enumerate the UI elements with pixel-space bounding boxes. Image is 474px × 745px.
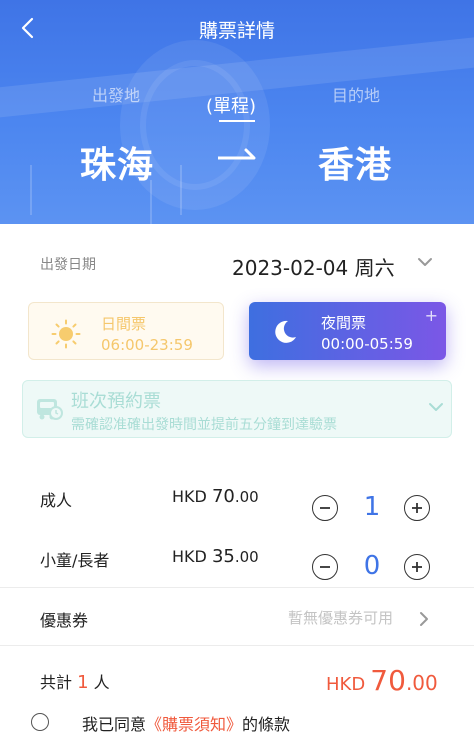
day-ticket-card[interactable]: 日間票 06:00-23:59 <box>28 302 224 360</box>
agree-radio[interactable] <box>31 713 49 731</box>
minus-icon <box>320 566 330 568</box>
chevron-right-icon[interactable] <box>418 610 430 628</box>
ticket-terms-link[interactable]: 《購票須知》 <box>146 715 242 734</box>
coupon-label: 優惠券 <box>40 611 89 630</box>
trip-type-tab[interactable]: (單程) <box>206 92 256 118</box>
date-label: 出發日期 <box>40 257 96 273</box>
trip-type-underline <box>219 120 255 122</box>
adult-price: HKD 70.00 <box>172 486 259 507</box>
total-suffix: 人 <box>93 673 110 692</box>
day-ticket-title: 日間票 <box>101 315 147 333</box>
coupon-selector[interactable]: 暫無優惠券可用 <box>288 607 393 628</box>
total-amount-integer: 70 <box>370 664 406 697</box>
agreement-suffix: 的條款 <box>242 715 291 734</box>
child-senior-price: HKD 35.00 <box>172 546 259 567</box>
island-ring-backdrop <box>140 60 250 190</box>
plus-icon <box>412 503 422 513</box>
agreement-text: 我已同意《購票須知》的條款 <box>82 711 290 735</box>
arrow-right-icon <box>218 148 256 160</box>
reservation-subtitle: 需確認准確出發時間並提前五分鐘到達驗票 <box>71 417 337 433</box>
divider <box>0 587 474 588</box>
total-amount-decimal: .00 <box>405 671 438 695</box>
currency: HKD <box>172 547 207 566</box>
child-senior-increment-button[interactable] <box>404 554 430 580</box>
divider <box>0 645 474 646</box>
child-senior-decrement-button[interactable] <box>312 554 338 580</box>
adult-count: 1 <box>363 492 381 522</box>
minus-icon <box>320 507 330 509</box>
sparkle-icon: + <box>424 306 438 325</box>
lamp-post <box>30 165 32 215</box>
reservation-title: 班次預約票 <box>71 391 161 412</box>
total-people: 共計 1 人 <box>40 669 110 693</box>
plus-icon <box>412 562 422 572</box>
from-label: 出發地 <box>92 86 141 105</box>
night-ticket-time: 00:00-05:59 <box>321 335 413 353</box>
lamp-post <box>180 165 182 215</box>
child-senior-count: 0 <box>363 551 381 581</box>
route-header: 購票詳情 出發地 (單程) 目的地 珠海 香港 <box>0 0 474 224</box>
child-senior-label: 小童/長者 <box>40 551 110 570</box>
total-currency: HKD <box>326 674 366 695</box>
date-picker[interactable]: 2023-02-04 周六 <box>232 252 395 281</box>
moon-icon <box>275 320 296 343</box>
currency: HKD <box>172 487 207 506</box>
total-prefix: 共計 <box>40 673 73 692</box>
to-city[interactable]: 香港 <box>318 136 392 188</box>
night-ticket-card[interactable]: 夜間票 00:00-05:59 + <box>249 302 446 360</box>
sun-icon <box>51 319 81 349</box>
total-count: 1 <box>77 672 89 693</box>
page-title: 購票詳情 <box>198 20 275 42</box>
adult-label: 成人 <box>40 491 73 510</box>
bus-clock-icon <box>37 399 63 420</box>
total-amount: HKD 70.00 <box>326 664 438 697</box>
to-label: 目的地 <box>332 86 381 105</box>
agreement-prefix: 我已同意 <box>82 715 147 734</box>
from-city[interactable]: 珠海 <box>80 136 154 188</box>
price-integer: 35 <box>211 546 235 567</box>
price-decimal: .00 <box>234 548 259 566</box>
price-integer: 70 <box>211 486 235 507</box>
chevron-down-icon <box>429 403 443 411</box>
night-ticket-title: 夜間票 <box>321 314 367 332</box>
adult-decrement-button[interactable] <box>312 495 338 521</box>
price-decimal: .00 <box>234 488 259 506</box>
day-ticket-time: 06:00-23:59 <box>101 336 193 354</box>
chevron-down-icon[interactable] <box>416 256 434 268</box>
schedule-reservation-box[interactable]: 班次預約票 需確認准確出發時間並提前五分鐘到達驗票 <box>22 380 452 438</box>
adult-increment-button[interactable] <box>404 495 430 521</box>
